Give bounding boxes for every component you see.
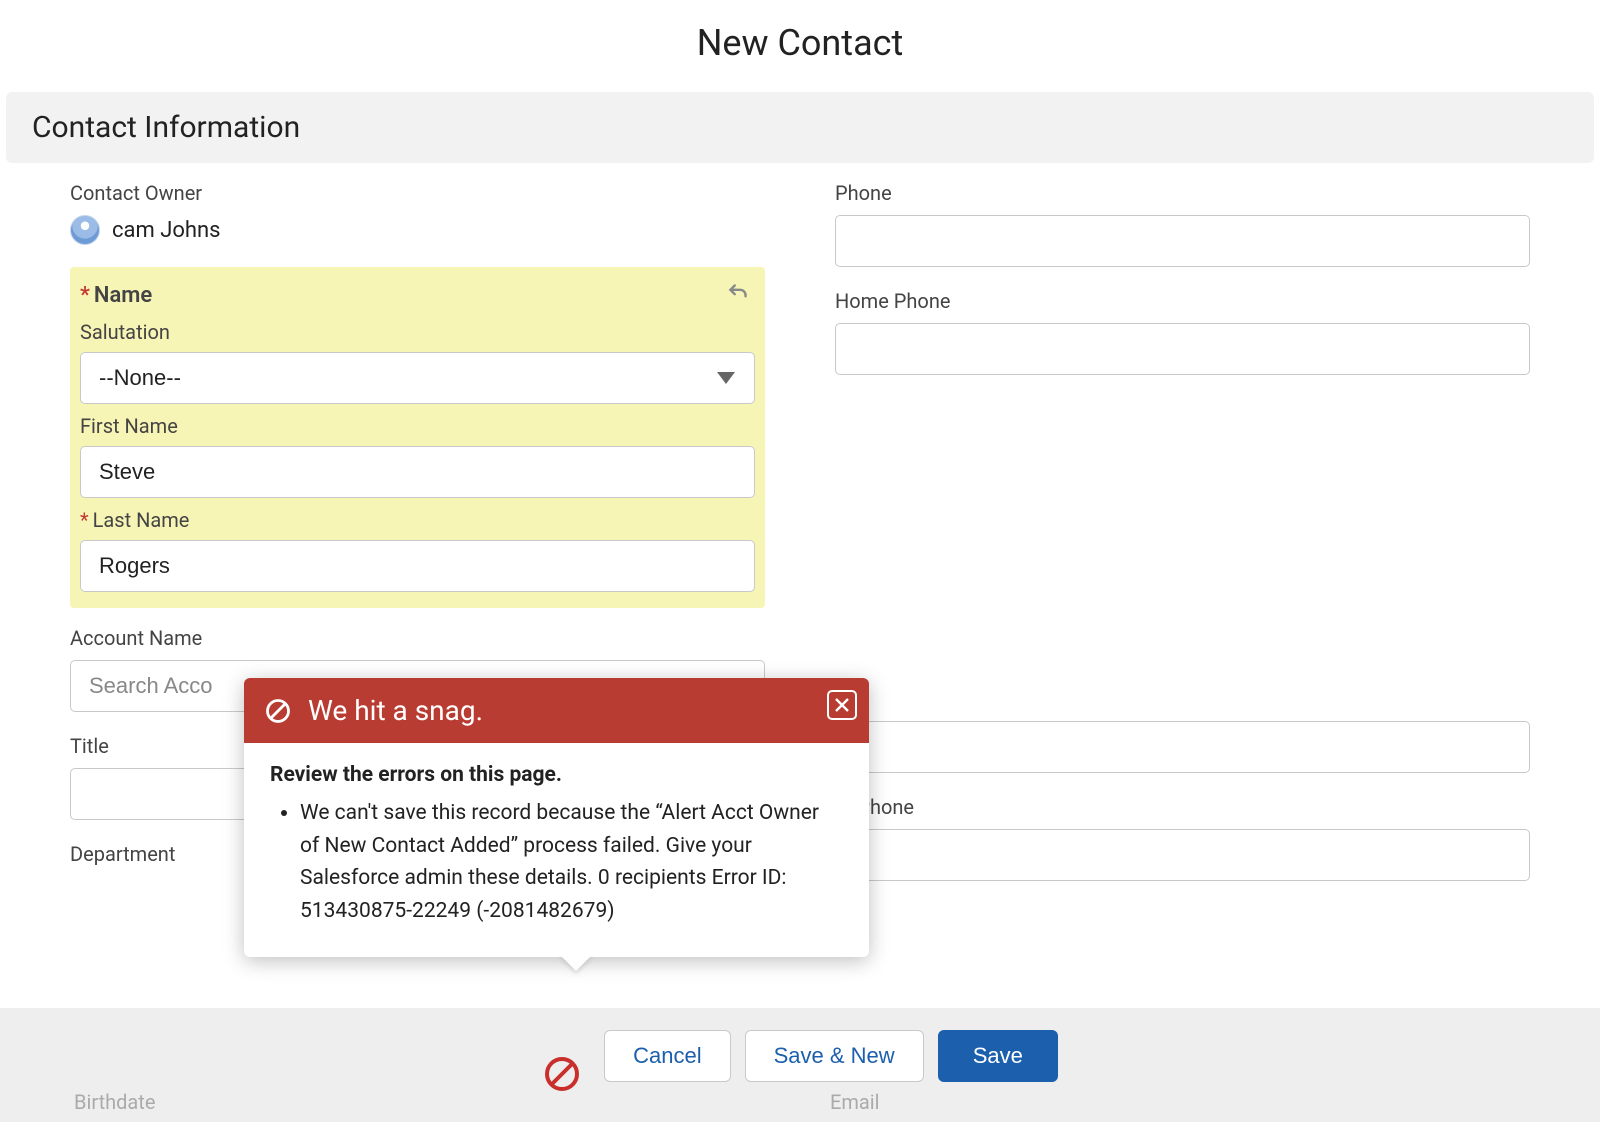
close-icon[interactable]	[827, 690, 857, 720]
error-message-item: We can't save this record because the “A…	[300, 797, 843, 927]
mobile-label: bile	[835, 687, 1530, 711]
save-button[interactable]: Save	[938, 1030, 1058, 1082]
error-review-text: Review the errors on this page.	[270, 763, 843, 787]
undo-icon[interactable]	[725, 279, 751, 305]
error-popover: We hit a snag. Review the errors on this…	[244, 678, 869, 957]
mobile-field: bile	[835, 687, 1530, 773]
contact-owner-field: Contact Owner cam Johns	[70, 181, 765, 245]
cancel-button[interactable]: Cancel	[604, 1030, 730, 1082]
first-name-label: First Name	[80, 414, 755, 438]
footer: Cancel Save & New Save Birthdate Email	[0, 1008, 1600, 1122]
first-name-input[interactable]	[80, 446, 755, 498]
popover-pointer	[560, 955, 592, 971]
ban-icon	[264, 697, 292, 725]
email-label-cut: Email	[830, 1090, 880, 1114]
name-group-title: *Name	[80, 283, 755, 308]
error-title: We hit a snag.	[308, 694, 483, 727]
contact-owner-value: cam Johns	[112, 218, 221, 243]
salutation-label: Salutation	[80, 320, 755, 344]
contact-owner-label: Contact Owner	[70, 181, 765, 205]
phone-field: Phone	[835, 181, 1530, 267]
other-phone-field: er Phone	[835, 795, 1530, 881]
home-phone-field: Home Phone	[835, 289, 1530, 375]
phone-label: Phone	[835, 181, 1530, 205]
avatar-icon	[70, 215, 100, 245]
required-asterisk: *	[80, 283, 90, 308]
last-name-input[interactable]	[80, 540, 755, 592]
other-phone-label: er Phone	[835, 795, 1530, 819]
right-column: Phone Home Phone bile er Phone	[835, 181, 1530, 903]
name-group: *Name Salutation First Name *Last Name	[70, 267, 765, 608]
page-title: New Contact	[0, 0, 1600, 92]
account-name-label: Account Name	[70, 626, 765, 650]
salutation-select[interactable]	[80, 352, 755, 404]
other-phone-input[interactable]	[835, 829, 1530, 881]
section-header: Contact Information	[6, 92, 1594, 163]
error-body: Review the errors on this page. We can't…	[244, 743, 869, 957]
mobile-input[interactable]	[835, 721, 1530, 773]
required-asterisk: *	[80, 508, 89, 532]
last-name-label: *Last Name	[80, 508, 755, 532]
home-phone-input[interactable]	[835, 323, 1530, 375]
phone-input[interactable]	[835, 215, 1530, 267]
home-phone-label: Home Phone	[835, 289, 1530, 313]
error-popover-header: We hit a snag.	[244, 678, 869, 743]
ban-icon	[542, 1054, 582, 1094]
birthdate-label-cut: Birthdate	[74, 1090, 155, 1114]
save-and-new-button[interactable]: Save & New	[745, 1030, 924, 1082]
